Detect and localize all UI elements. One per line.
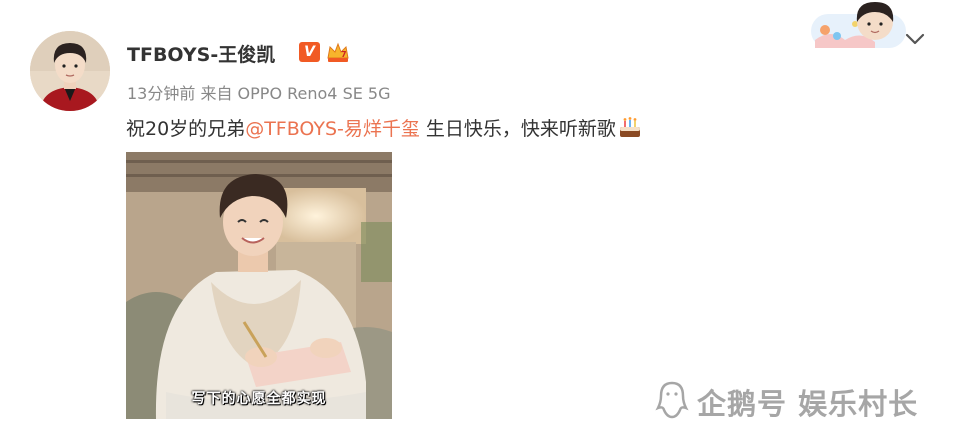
svg-text:7: 7 xyxy=(341,50,347,59)
watermark: 企鹅号 娱乐村长 xyxy=(655,380,918,424)
birthday-cake-icon xyxy=(617,114,643,140)
penguin-logo-icon xyxy=(655,380,689,424)
watermark-text: 企鹅号 娱乐村长 xyxy=(697,387,919,421)
image-subtitle: 写下的心愿全都实现 xyxy=(191,391,327,407)
post-source: 来自 OPPO Reno4 SE 5G xyxy=(200,84,391,103)
post-text-suffix: 生日快乐，快来听新歌 xyxy=(419,118,616,140)
post-time[interactable]: 13分钟前 xyxy=(127,84,195,103)
mention-link[interactable]: @TFBOYS-易烊千玺 xyxy=(245,118,420,140)
post-text: 祝20岁的兄弟@TFBOYS-易烊千玺 生日快乐，快来听新歌 xyxy=(126,114,643,141)
avatar-image xyxy=(30,31,110,111)
vip-crown-icon: 7 xyxy=(325,40,351,64)
verified-badge-icon: V xyxy=(299,42,320,62)
author-avatar[interactable] xyxy=(30,31,110,111)
post-text-prefix: 祝20岁的兄弟 xyxy=(126,118,246,140)
author-name[interactable]: TFBOYS-王俊凯 xyxy=(127,40,275,67)
post-image[interactable]: 写下的心愿全都实现 xyxy=(126,152,392,419)
chevron-down-icon[interactable] xyxy=(904,31,926,47)
post-meta: 13分钟前 来自 OPPO Reno4 SE 5G xyxy=(127,80,391,104)
post-image-illustration xyxy=(126,152,392,419)
